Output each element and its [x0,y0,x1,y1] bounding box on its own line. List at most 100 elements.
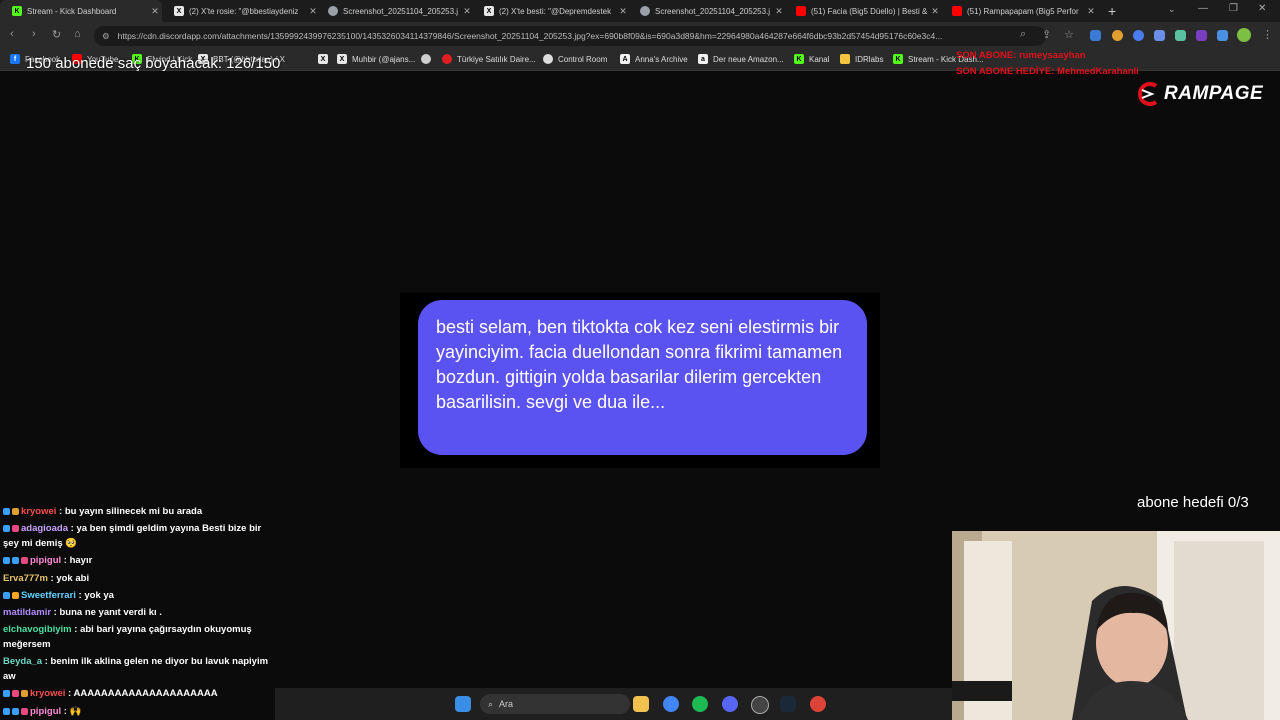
extension-icon[interactable] [1090,30,1101,41]
new-tab-icon[interactable]: + [1108,3,1116,19]
chat-text: : hayır [61,555,93,566]
chat-message: kryowei : AAAAAAAAAAAAAAAAAAAAA [3,686,271,701]
chat-text: : yok abi [47,573,90,584]
back-icon[interactable]: ‹ [10,28,14,40]
chat-username: Erva777m [3,573,48,584]
bookmark-item[interactable] [421,54,436,64]
forward-icon[interactable]: › [32,28,36,40]
bookmark-item[interactable]: A Anna's Archive [620,54,688,64]
discord-icon[interactable] [722,696,738,712]
badge-icon [3,707,10,715]
steam-icon[interactable] [780,696,796,712]
bookmark-item[interactable]: X Muhbir (@ajans... [337,54,415,64]
chat-username: Sweetferrari [21,590,76,601]
webcam-image [952,531,1280,720]
minimize-icon[interactable]: — [1198,3,1208,14]
bookmark-item[interactable]: X [318,54,333,64]
search-icon: ⌕ [488,698,494,709]
sahibinden-icon [442,54,452,64]
chat-message: elchavogibiyim : abi bari yayına çağırsa… [3,622,271,652]
site-info-icon[interactable]: ⚙ [102,31,110,42]
badge-icon [12,524,19,532]
zoom-icon[interactable]: ⌕ [1020,28,1026,41]
chat-text: : 🙌 [61,706,82,717]
kick-icon: K [794,54,804,64]
chat-message: matildamir : buna ne yanıt verdi kı . [3,605,271,620]
bookmark-item[interactable]: a Der neue Amazon... [698,54,784,64]
badge-icon [3,524,10,532]
rampage-logo: RAMPAGE [1132,82,1263,106]
windows-start-icon[interactable] [455,696,471,712]
browser-tab[interactable]: X (2) X'te besti: "@Depremdestek ✕ [472,0,630,22]
globe-icon [640,6,650,16]
browser-toolbar: ‹ › ↻ ⌂ ⚙ https://cdn.discordapp.com/att… [0,22,1280,50]
browser-tab[interactable]: K Stream - Kick Dashboard ✕ [0,0,162,22]
chat-username: matildamir [3,607,52,618]
bookmark-item[interactable]: Türkiye Satılık Daire... [442,54,536,64]
chat-message: adagioada : ya ben şimdi geldim yayına B… [3,521,271,551]
x-icon: X [174,6,184,16]
maximize-icon[interactable]: ❐ [1229,3,1238,14]
badge-icon [3,507,10,515]
badge-icon [3,689,10,697]
browser-tab[interactable]: X (2) X'te rosie: "@bbestiaydeniz ✕ [162,0,320,22]
obs-icon[interactable] [751,696,769,714]
chat-username: pipigul [30,706,62,717]
share-icon[interactable]: ⇪ [1042,28,1051,41]
x-icon: X [484,6,494,16]
chrome-icon[interactable] [663,696,679,712]
chat-username: adagioada [21,523,68,534]
profile-avatar[interactable] [1237,28,1251,42]
home-icon[interactable]: ⌂ [74,28,81,40]
chrome-icon[interactable] [810,696,826,712]
close-tab-icon[interactable]: ✕ [148,6,162,17]
close-tab-icon[interactable]: ✕ [1084,6,1098,17]
chat-overlay: kryowei : bu yayın silinecek mi bu arada… [0,500,275,720]
tab-search-icon[interactable]: ⌄ [1168,4,1176,15]
chat-text: : AAAAAAAAAAAAAAAAAAAAA [65,688,218,699]
browser-tab-strip: K Stream - Kick Dashboard ✕ X (2) X'te r… [0,0,1280,22]
chat-message: kryowei : bu yayın silinecek mi bu arada [3,504,271,519]
extension-icon[interactable] [1196,30,1207,41]
chat-message: Erva777m : yok abi [3,571,271,586]
chat-username: Beyda_a [3,656,43,667]
spotify-icon[interactable] [692,696,708,712]
subscriber-target: abone hedefi 0/3 [1137,494,1249,511]
badge-icon [12,591,19,599]
extension-icon[interactable] [1175,30,1186,41]
kick-icon: K [12,6,22,16]
idrlabs-icon [840,54,850,64]
badge-icon [3,556,10,564]
bookmark-item[interactable]: IDRlabs [840,54,883,64]
address-bar[interactable]: ⚙ https://cdn.discordapp.com/attachments… [94,26,1046,46]
close-window-icon[interactable]: ✕ [1258,3,1266,14]
extension-icon[interactable] [1112,30,1123,41]
reload-icon[interactable]: ↻ [52,28,61,41]
browser-tab[interactable]: (51) Rampapapam (Big5 Perfor ✕ [940,0,1098,22]
windows-taskbar: ⌕ Ara [275,688,952,720]
bookmark-item[interactable]: K Kanal [794,54,829,64]
browser-tab[interactable]: (51) Facia (Big5 Düello) | Besti & ✕ [784,0,942,22]
bookmark-star-icon[interactable]: ☆ [1064,28,1074,41]
browser-tab[interactable]: Screenshot_20251104_205253.j ✕ [316,0,474,22]
taskbar-search[interactable]: ⌕ Ara [480,694,630,714]
rampage-logo-icon [1138,82,1158,106]
extension-icon[interactable] [1133,30,1144,41]
file-explorer-icon[interactable] [633,696,649,712]
badge-icon [21,707,28,715]
x-icon: X [318,54,328,64]
chat-text: : benim ilk aklina gelen ne diyor bu lav… [3,656,269,682]
extensions-puzzle-icon[interactable] [1154,30,1165,41]
chat-username: kryowei [30,688,66,699]
badge-icon [12,507,19,515]
bookmark-item[interactable]: Control Room [543,54,607,64]
browser-tab[interactable]: Screenshot_20251104_205253.j ✕ [628,0,786,22]
chat-username: elchavogibiyim [3,624,72,635]
url-text: https://cdn.discordapp.com/attachments/1… [117,31,943,41]
badge-icon [21,556,28,564]
chat-text: : buna ne yanıt verdi kı . [51,607,162,618]
facebook-icon: f [10,54,20,64]
badge-icon [12,707,19,715]
menu-kebab-icon[interactable]: ⋮ [1262,28,1273,41]
sidepanel-icon[interactable] [1217,30,1228,41]
